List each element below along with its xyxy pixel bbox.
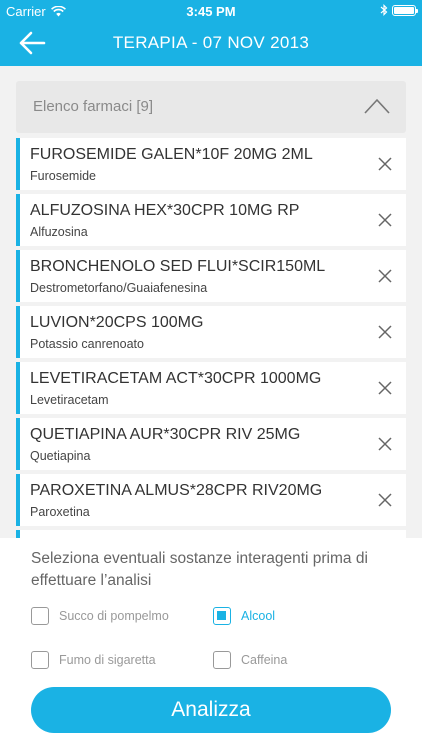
drug-name: FUROSEMIDE GALEN*10F 20MG 2ML bbox=[30, 146, 313, 163]
option-label: Alcool bbox=[241, 609, 276, 623]
analyze-button[interactable]: Analizza bbox=[31, 687, 391, 733]
drug-card[interactable]: LUVION*20CPS 100MG Potassio canrenoato bbox=[16, 306, 406, 358]
chevron-up-icon[interactable] bbox=[363, 97, 391, 115]
status-right bbox=[380, 4, 418, 16]
checkbox[interactable] bbox=[31, 607, 49, 625]
drug-list-title: Elenco farmaci [9] bbox=[33, 98, 154, 115]
drug-active-ingredient: Alfuzosina bbox=[30, 225, 88, 239]
close-icon[interactable] bbox=[378, 157, 392, 171]
battery-icon bbox=[392, 4, 418, 16]
bluetooth-icon bbox=[380, 4, 388, 16]
option-label: Caffeina bbox=[241, 653, 288, 667]
page-title: TERAPIA - 07 NOV 2013 bbox=[112, 33, 310, 52]
option-label: Fumo di sigaretta bbox=[59, 653, 156, 667]
drug-name: ALFUZOSINA HEX*30CPR 10MG RP bbox=[30, 202, 300, 219]
drug-active-ingredient: Destrometorfano/Guaiafenesina bbox=[30, 281, 208, 295]
drug-list-panel[interactable]: Elenco farmaci [9] FUROSEMIDE GALEN*10F … bbox=[0, 66, 422, 538]
close-icon[interactable] bbox=[378, 381, 392, 395]
close-icon[interactable] bbox=[378, 437, 392, 451]
drug-card[interactable]: ALFUZOSINA HEX*30CPR 10MG RP Alfuzosina bbox=[16, 194, 406, 246]
close-icon[interactable] bbox=[378, 213, 392, 227]
drug-name: LEVETIRACETAM ACT*30CPR 1000MG bbox=[30, 370, 322, 387]
close-icon[interactable] bbox=[378, 493, 392, 507]
drug-card[interactable]: QUETIAPINA AUR*30CPR RIV 25MG Quetiapina bbox=[16, 418, 406, 470]
interactions-instruction: Seleziona eventuali sostanze interagenti… bbox=[31, 550, 368, 589]
checkbox[interactable] bbox=[31, 651, 49, 669]
drug-active-ingredient: Quetiapina bbox=[30, 449, 91, 463]
drug-name: LUVION*20CPS 100MG bbox=[30, 314, 204, 331]
drug-active-ingredient: Levetiracetam bbox=[30, 393, 109, 407]
drug-card[interactable]: PAROXETINA ALMUS*28CPR RIV20MG Paroxetin… bbox=[16, 474, 406, 526]
drug-card-partial[interactable] bbox=[16, 530, 406, 538]
option-grapefruit-juice[interactable]: Succo di pompelmo bbox=[31, 607, 169, 625]
drug-card[interactable]: FUROSEMIDE GALEN*10F 20MG 2ML Furosemide bbox=[16, 138, 406, 190]
checkbox[interactable] bbox=[213, 651, 231, 669]
drug-list-header[interactable]: Elenco farmaci [9] bbox=[16, 81, 406, 133]
drug-active-ingredient: Potassio canrenoato bbox=[30, 337, 144, 351]
option-alcohol[interactable]: Alcool bbox=[213, 607, 275, 625]
option-caffeine[interactable]: Caffeina bbox=[213, 651, 287, 669]
interactions-panel: Seleziona eventuali sostanze interagenti… bbox=[0, 538, 422, 750]
drug-name: PAROXETINA ALMUS*28CPR RIV20MG bbox=[30, 482, 323, 499]
drug-card[interactable]: BRONCHENOLO SED FLUI*SCIR150ML Destromet… bbox=[16, 250, 406, 302]
drug-active-ingredient: Furosemide bbox=[30, 169, 96, 183]
close-icon[interactable] bbox=[378, 269, 392, 283]
drug-card[interactable]: LEVETIRACETAM ACT*30CPR 1000MG Levetirac… bbox=[16, 362, 406, 414]
status-time: 3:45 PM bbox=[186, 4, 236, 19]
option-label: Succo di pompelmo bbox=[59, 609, 169, 623]
checkbox-checked[interactable] bbox=[213, 607, 231, 625]
option-cigarette-smoke[interactable]: Fumo di sigaretta bbox=[31, 651, 156, 669]
drug-name: QUETIAPINA AUR*30CPR RIV 25MG bbox=[30, 426, 301, 443]
drug-name: BRONCHENOLO SED FLUI*SCIR150ML bbox=[30, 258, 326, 275]
drug-active-ingredient: Paroxetina bbox=[30, 505, 90, 519]
app-header: Carrier 3:45 PM TERAPIA - 07 NOV 2013 bbox=[0, 0, 422, 66]
status-bar: Carrier 3:45 PM bbox=[0, 0, 422, 22]
back-arrow-icon[interactable] bbox=[18, 30, 46, 56]
close-icon[interactable] bbox=[378, 325, 392, 339]
